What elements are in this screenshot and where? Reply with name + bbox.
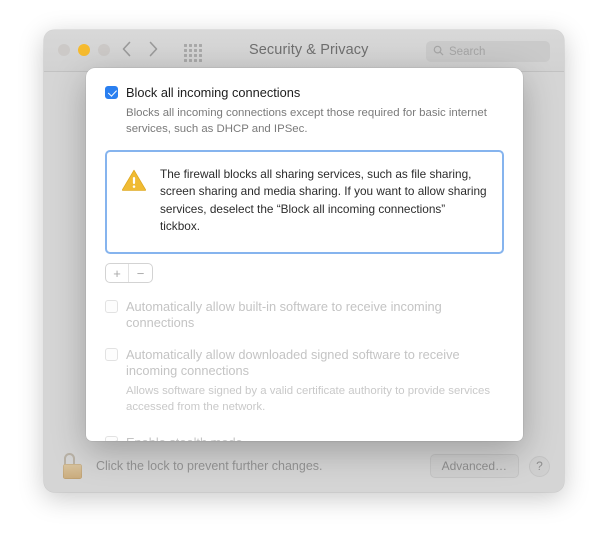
remove-app-button[interactable]: − bbox=[129, 264, 152, 282]
search-icon bbox=[433, 43, 444, 61]
warning-message: The firewall blocks all sharing services… bbox=[160, 167, 487, 233]
window-title: Security & Privacy bbox=[249, 42, 369, 58]
show-all-grid-icon[interactable] bbox=[184, 44, 202, 62]
add-remove-app-control[interactable]: + − bbox=[105, 263, 153, 284]
close-button[interactable] bbox=[58, 44, 70, 56]
allow-downloaded-checkbox[interactable] bbox=[105, 348, 118, 362]
traffic-lights[interactable] bbox=[58, 44, 110, 56]
allow-builtin-label: Automatically allow built-in software to… bbox=[126, 299, 442, 331]
allow-builtin-checkbox[interactable] bbox=[105, 300, 118, 314]
minimize-button[interactable] bbox=[78, 44, 90, 56]
advanced-button[interactable]: Advanced… bbox=[429, 454, 519, 478]
zoom-button[interactable] bbox=[98, 44, 110, 56]
navigation-arrows[interactable] bbox=[122, 41, 158, 57]
window-help-button[interactable]: ? bbox=[529, 455, 550, 477]
lock-bar: Click the lock to prevent further change… bbox=[44, 440, 564, 492]
sheet-content: Block all incoming connections Blocks al… bbox=[86, 68, 523, 441]
firewall-options-sheet: Block all incoming connections Blocks al… bbox=[86, 68, 523, 441]
window-toolbar: Security & Privacy Search bbox=[44, 30, 564, 72]
stealth-mode-checkbox[interactable] bbox=[105, 435, 118, 441]
search-placeholder: Search bbox=[449, 45, 486, 58]
search-field[interactable]: Search bbox=[426, 41, 550, 62]
warning-triangle-icon bbox=[121, 168, 147, 252]
padlock-unlocked-icon[interactable] bbox=[62, 453, 84, 479]
forward-chevron-icon[interactable] bbox=[149, 41, 158, 57]
back-chevron-icon[interactable] bbox=[122, 41, 131, 57]
lock-hint-text: Click the lock to prevent further change… bbox=[96, 459, 323, 473]
block-all-incoming-description: Blocks all incoming connections except t… bbox=[126, 106, 487, 136]
block-all-incoming-label: Block all incoming connections bbox=[126, 85, 301, 100]
allow-builtin-row[interactable]: Automatically allow built-in software to… bbox=[105, 299, 504, 331]
firewall-apps-list-box[interactable]: The firewall blocks all sharing services… bbox=[105, 150, 504, 255]
allow-downloaded-label: Automatically allow downloaded signed so… bbox=[126, 347, 460, 379]
block-all-incoming-checkbox[interactable] bbox=[105, 86, 118, 99]
add-app-button[interactable]: + bbox=[106, 264, 129, 283]
stealth-mode-row[interactable]: Enable stealth mode bbox=[105, 435, 504, 441]
block-all-incoming-row[interactable]: Block all incoming connections bbox=[105, 85, 504, 101]
allow-downloaded-row[interactable]: Automatically allow downloaded signed so… bbox=[105, 347, 504, 379]
stealth-mode-label: Enable stealth mode bbox=[126, 435, 243, 441]
allow-downloaded-description: Allows software signed by a valid certif… bbox=[126, 385, 491, 414]
desktop-background: Security & Privacy Search Click the lock… bbox=[0, 0, 608, 545]
